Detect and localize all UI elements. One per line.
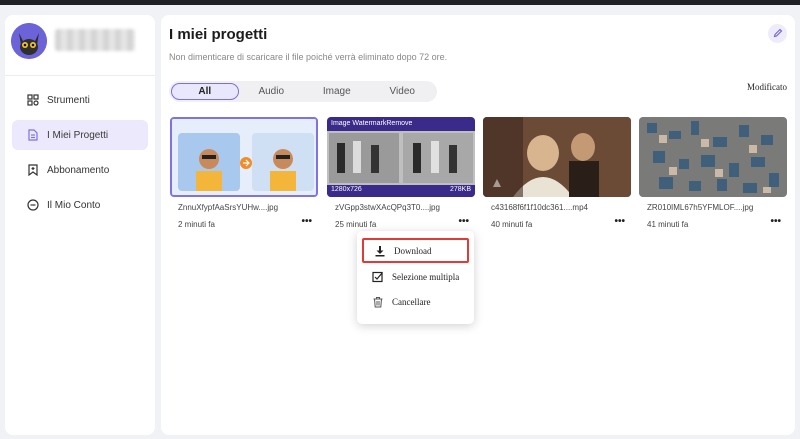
sidebar-item-label: Strumenti <box>47 94 90 106</box>
sidebar-item-label: I Miei Progetti <box>47 129 109 141</box>
more-options-button[interactable]: ••• <box>301 216 312 227</box>
thumbnail-banner: Image WatermarkRemove <box>331 120 413 127</box>
page-title: I miei progetti <box>169 26 268 43</box>
sidebar-divider <box>5 75 155 76</box>
edit-button[interactable] <box>768 24 787 43</box>
filter-tabs: All Audio Image Video <box>169 81 437 102</box>
sidebar-item-il-mio-conto[interactable]: Il Mio Conto <box>12 190 148 220</box>
tab-video[interactable]: Video <box>370 83 436 100</box>
project-time: 2 minuti fa <box>178 220 215 229</box>
tab-all[interactable]: All <box>171 83 239 100</box>
username-blurred <box>55 29 135 51</box>
grid-icon <box>27 94 39 106</box>
menu-item-multi-select[interactable]: Selezione multipla <box>362 264 469 289</box>
main-panel: I miei progetti Non dimenticare di scari… <box>161 15 795 435</box>
pencil-icon <box>773 25 783 43</box>
project-filename: ZR010IML67h5YFMLOF....jpg <box>647 203 754 212</box>
document-icon <box>27 129 39 141</box>
avatar[interactable] <box>11 23 47 59</box>
project-thumbnail <box>483 117 631 197</box>
menu-item-delete[interactable]: Cancellare <box>362 289 469 314</box>
project-card[interactable]: ZnnuXfypfAaSrsYUHw....jpg 2 minuti fa ••… <box>170 117 318 231</box>
project-time: 41 minuti fa <box>647 220 689 229</box>
more-options-button[interactable]: ••• <box>770 216 781 227</box>
circle-icon <box>27 199 39 211</box>
sidebar-item-strumenti[interactable]: Strumenti <box>12 85 148 115</box>
trash-icon <box>372 296 384 308</box>
project-thumbnail: Image WatermarkRemove 1280x726 278KB <box>327 117 475 197</box>
thumbnail-dimensions: 1280x726 <box>331 186 362 193</box>
sidebar-item-abbonamento[interactable]: Abbonamento <box>12 155 148 185</box>
project-thumbnail <box>170 117 318 197</box>
tab-audio[interactable]: Audio <box>239 83 305 100</box>
sidebar-item-i-miei-progetti[interactable]: I Miei Progetti <box>12 120 148 150</box>
project-time: 25 minuti fa <box>335 220 377 229</box>
more-options-button[interactable]: ••• <box>458 216 469 227</box>
context-menu: Download Selezione multipla Cancellare <box>357 231 474 324</box>
sidebar-nav: Strumenti I Miei Progetti Abbonamento Il… <box>12 85 148 225</box>
project-card[interactable]: Image WatermarkRemove 1280x726 278KB zVG… <box>327 117 475 231</box>
checkbox-icon <box>372 271 384 283</box>
menu-item-label: Selezione multipla <box>392 271 460 282</box>
sidebar: Strumenti I Miei Progetti Abbonamento Il… <box>5 15 155 435</box>
project-filename: zVGpp3stwXAcQPq3T0....jpg <box>335 203 440 212</box>
sidebar-item-label: Il Mio Conto <box>47 199 101 211</box>
tab-image[interactable]: Image <box>304 83 370 100</box>
project-filename: c43168f6f1f10dc361....mp4 <box>491 203 588 212</box>
menu-item-label: Cancellare <box>392 296 431 307</box>
sidebar-item-label: Abbonamento <box>47 164 110 176</box>
project-thumbnail <box>639 117 787 197</box>
download-icon <box>374 245 386 257</box>
project-filename: ZnnuXfypfAaSrsYUHw....jpg <box>178 203 279 212</box>
menu-item-download[interactable]: Download <box>362 238 469 263</box>
menu-item-label: Download <box>394 245 432 256</box>
page-subtitle: Non dimenticare di scaricare il file poi… <box>169 52 448 62</box>
bookmark-icon <box>27 164 39 176</box>
sort-dropdown[interactable]: Modificato <box>747 82 787 92</box>
more-options-button[interactable]: ••• <box>614 216 625 227</box>
thumbnail-size: 278KB <box>449 186 471 193</box>
project-time: 40 minuti fa <box>491 220 533 229</box>
window-top-bar <box>0 0 800 5</box>
project-card[interactable]: c43168f6f1f10dc361....mp4 40 minuti fa •… <box>483 117 631 231</box>
project-card[interactable]: ZR010IML67h5YFMLOF....jpg 41 minuti fa •… <box>639 117 787 231</box>
